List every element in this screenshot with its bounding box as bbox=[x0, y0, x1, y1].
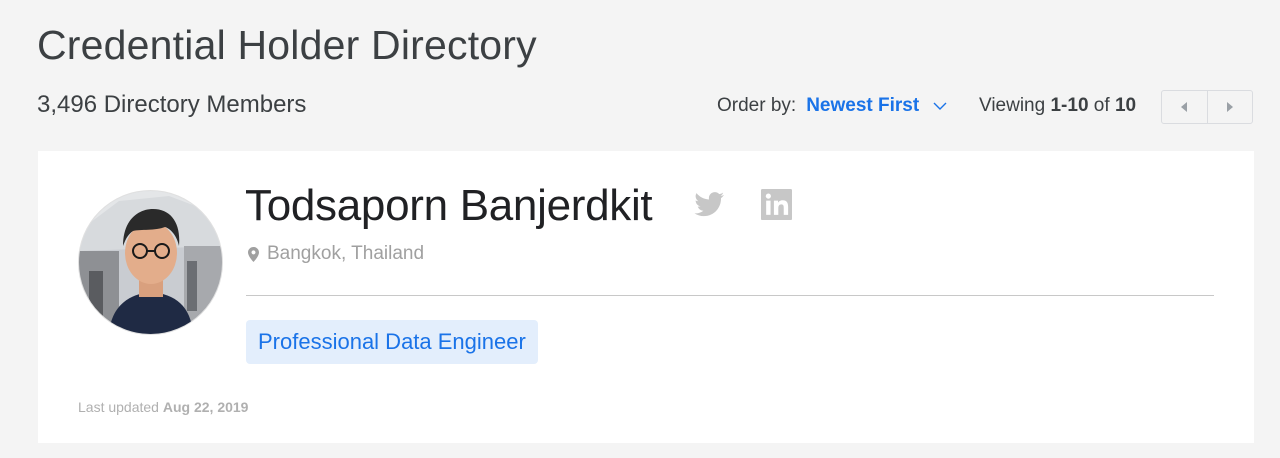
linkedin-icon[interactable] bbox=[761, 189, 792, 220]
viewing-status: Viewing 1-10 of 10 bbox=[979, 95, 1136, 117]
triangle-left-icon bbox=[1181, 102, 1188, 112]
avatar[interactable] bbox=[79, 191, 222, 334]
member-name: Todsaporn Banjerdkit bbox=[245, 181, 653, 230]
order-by-value: Newest First bbox=[806, 95, 920, 116]
viewing-of: of bbox=[1093, 95, 1110, 116]
order-by-dropdown[interactable]: Newest First bbox=[806, 95, 947, 117]
credential-badge[interactable]: Professional Data Engineer bbox=[246, 320, 538, 364]
chevron-down-icon bbox=[933, 102, 947, 110]
triangle-right-icon bbox=[1226, 102, 1233, 112]
member-count: 3,496 Directory Members bbox=[37, 91, 307, 118]
divider bbox=[246, 295, 1214, 296]
viewing-prefix: Viewing bbox=[979, 95, 1046, 116]
last-updated-date: Aug 22, 2019 bbox=[162, 399, 249, 415]
member-location: Bangkok, Thailand bbox=[248, 243, 424, 265]
location-text: Bangkok, Thailand bbox=[267, 243, 425, 264]
viewing-total: 10 bbox=[1114, 95, 1137, 116]
last-updated-label: Last updated bbox=[78, 399, 159, 415]
last-updated: Last updated Aug 22, 2019 bbox=[78, 399, 248, 415]
next-page-button[interactable] bbox=[1206, 91, 1253, 123]
page-title: Credential Holder Directory bbox=[37, 22, 537, 68]
twitter-icon[interactable] bbox=[694, 192, 725, 217]
previous-page-button[interactable] bbox=[1162, 91, 1207, 123]
pagination bbox=[1161, 90, 1253, 124]
member-card: Todsaporn Banjerdkit Bangkok, Thailand P… bbox=[38, 151, 1254, 443]
order-by-label: Order by: bbox=[717, 95, 797, 116]
location-pin-icon bbox=[248, 246, 259, 262]
order-by-control: Order by: Newest First bbox=[717, 95, 947, 117]
viewing-range: 1-10 bbox=[1050, 95, 1089, 116]
